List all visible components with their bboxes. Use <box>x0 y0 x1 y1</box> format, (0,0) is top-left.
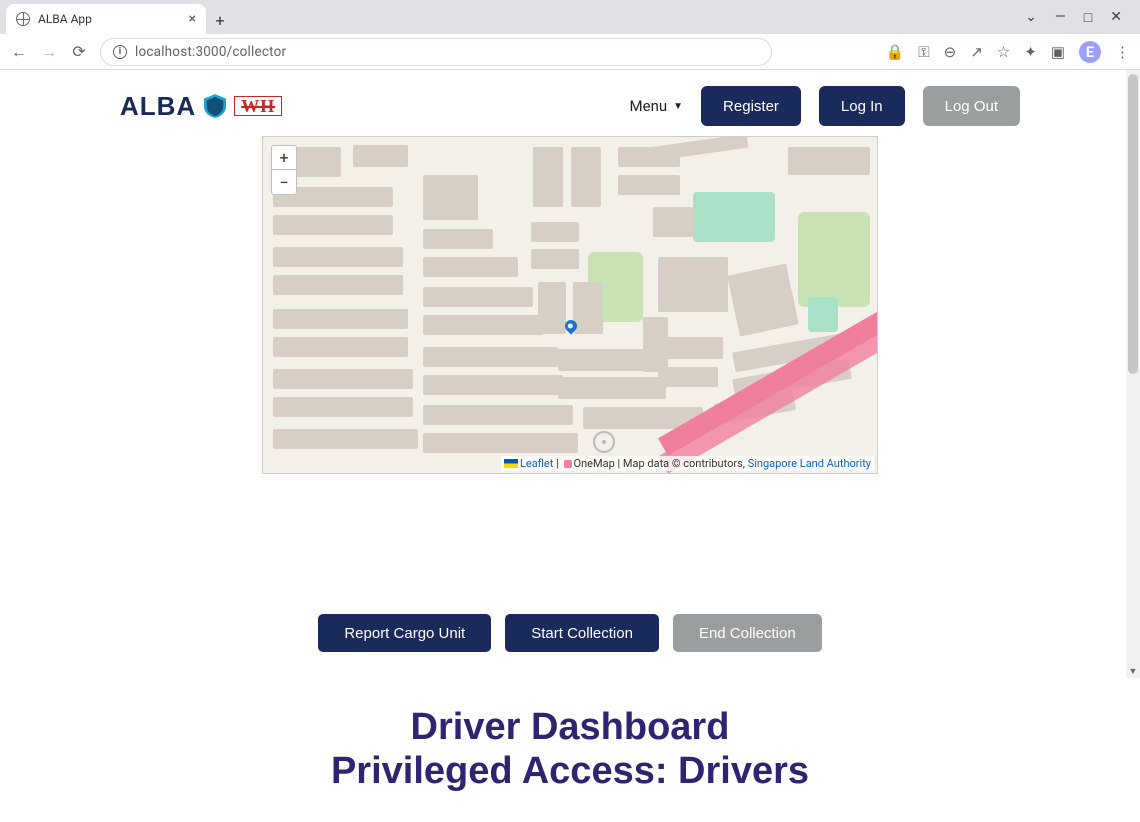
register-button[interactable]: Register <box>701 86 801 126</box>
brand-text: ALBA <box>120 91 196 122</box>
close-window-icon[interactable]: ✕ <box>1110 9 1122 25</box>
profile-avatar[interactable]: E <box>1079 41 1101 63</box>
page-content: ALBA WH Menu ▼ Register Log In Log Out <box>90 70 1050 678</box>
shield-icon <box>204 94 226 118</box>
chevron-down-icon[interactable]: ⌄ <box>1025 9 1037 25</box>
map[interactable]: + − Leaflet | OneMap | Map data © contri… <box>262 136 878 474</box>
scroll-thumb[interactable] <box>1128 74 1138 374</box>
page-viewport: ▲ ▼ ALBA WH Menu ▼ Register Log In <box>0 70 1140 678</box>
reload-button[interactable]: ⟳ <box>70 42 88 61</box>
report-cargo-button[interactable]: Report Cargo Unit <box>318 614 491 652</box>
sidepanel-icon[interactable]: ▣ <box>1051 43 1065 61</box>
scroll-down-icon[interactable]: ▼ <box>1126 664 1140 678</box>
menu-dropdown[interactable]: Menu ▼ <box>630 97 684 115</box>
close-tab-icon[interactable]: × <box>189 11 196 27</box>
lastpass-icon[interactable]: 🔒 <box>886 43 905 61</box>
end-collection-button[interactable]: End Collection <box>673 614 822 652</box>
key-icon[interactable]: ⚿ <box>918 43 929 61</box>
site-info-icon[interactable]: i <box>113 45 127 59</box>
leaflet-link[interactable]: Leaflet <box>520 457 553 470</box>
caret-down-icon: ▼ <box>673 101 683 112</box>
zoom-in-button[interactable]: + <box>272 146 296 170</box>
logout-button[interactable]: Log Out <box>923 86 1020 126</box>
window-controls: ⌄ — □ ✕ <box>1013 0 1134 34</box>
maximize-icon[interactable]: □ <box>1084 9 1092 26</box>
onemap-icon <box>564 460 572 468</box>
onemap-label: OneMap <box>574 457 615 470</box>
scroll-up-icon[interactable]: ▲ <box>1126 70 1140 84</box>
scrollbar[interactable]: ▲ ▼ <box>1126 70 1140 678</box>
tab-bar: ALBA App × + ⌄ — □ ✕ <box>0 0 1140 34</box>
brand[interactable]: ALBA WH <box>120 91 282 122</box>
menu-label: Menu <box>630 97 668 115</box>
start-collection-button[interactable]: Start Collection <box>505 614 659 652</box>
sla-link[interactable]: Singapore Land Authority <box>748 457 871 470</box>
url-text: localhost:3000/collector <box>135 44 286 60</box>
toolbar-right: 🔒 ⚿ ⊖ ↗ ☆ ✦ ▣ E ⋮ <box>886 41 1130 63</box>
zoom-out-button[interactable]: − <box>272 170 296 194</box>
slide-caption: Driver Dashboard Privileged Access: Driv… <box>0 678 1140 822</box>
map-tiles <box>263 137 877 473</box>
caption-line1: Driver Dashboard <box>411 706 730 750</box>
share-icon[interactable]: ↗ <box>970 43 983 61</box>
app-navbar: ALBA WH Menu ▼ Register Log In Log Out <box>120 76 1020 136</box>
login-button[interactable]: Log In <box>819 86 905 126</box>
kebab-menu-icon[interactable]: ⋮ <box>1115 43 1130 61</box>
minimize-icon[interactable]: — <box>1055 9 1066 25</box>
globe-icon <box>16 12 30 26</box>
new-tab-button[interactable]: + <box>206 6 234 34</box>
nav-right: Menu ▼ Register Log In Log Out <box>630 86 1020 126</box>
action-buttons: Report Cargo Unit Start Collection End C… <box>120 614 1020 652</box>
zoom-control: + − <box>271 145 297 195</box>
map-attribution: Leaflet | OneMap | Map data © contributo… <box>501 456 874 471</box>
bookmark-icon[interactable]: ☆ <box>997 43 1010 61</box>
forward-button[interactable]: → <box>40 42 58 62</box>
caption-line2: Privileged Access: Drivers <box>331 750 809 794</box>
browser-tab[interactable]: ALBA App × <box>6 4 206 34</box>
locate-icon[interactable] <box>593 431 615 453</box>
zoom-icon[interactable]: ⊖ <box>944 43 957 61</box>
wh-badge: WH <box>234 96 282 116</box>
back-button[interactable]: ← <box>10 42 28 62</box>
extensions-icon[interactable]: ✦ <box>1024 43 1037 61</box>
flag-icon <box>504 459 518 468</box>
address-bar: ← → ⟳ i localhost:3000/collector 🔒 ⚿ ⊖ ↗… <box>0 34 1140 70</box>
url-field[interactable]: i localhost:3000/collector <box>100 38 772 66</box>
tab-title: ALBA App <box>38 12 181 26</box>
browser-chrome: ALBA App × + ⌄ — □ ✕ ← → ⟳ i localhost:3… <box>0 0 1140 678</box>
